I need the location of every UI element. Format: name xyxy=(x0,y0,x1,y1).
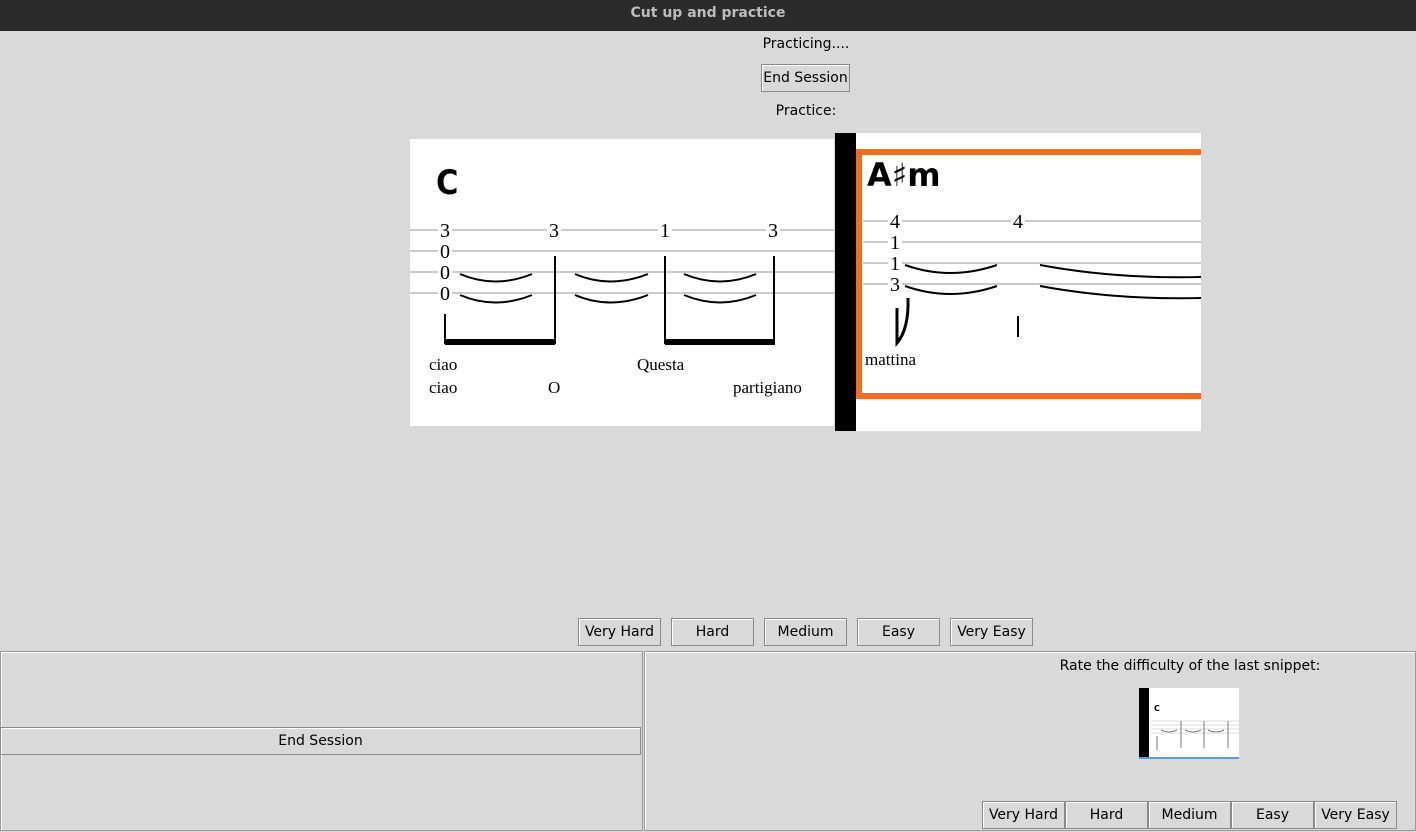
lyric: ciao xyxy=(429,355,457,374)
tab-text: 1 xyxy=(890,232,900,254)
tab-text: 3 xyxy=(440,220,450,242)
tab-text: 1 xyxy=(890,253,900,275)
tab-text: 3 xyxy=(890,274,900,296)
end-session-button[interactable]: End Session xyxy=(761,64,850,92)
lyric: partigiano xyxy=(733,378,802,397)
lyric: O xyxy=(548,378,560,397)
tab-text: 3 xyxy=(768,220,778,242)
rate-easy-button[interactable]: Easy xyxy=(857,618,940,646)
lyric: mattina xyxy=(865,350,916,369)
tab-text: 1 xyxy=(660,220,670,242)
bottom-rate-medium-button[interactable]: Medium xyxy=(1148,801,1231,829)
rate-very-hard-button[interactable]: Very Hard xyxy=(578,618,661,646)
rate-very-easy-button[interactable]: Very Easy xyxy=(950,618,1033,646)
last-snippet-thumbnail: C xyxy=(1139,688,1239,759)
bottom-rate-very-hard-button[interactable]: Very Hard xyxy=(982,801,1065,829)
tab-text: C xyxy=(1154,704,1160,713)
bottom-rate-easy-button[interactable]: Easy xyxy=(1231,801,1314,829)
tab-text: 3 xyxy=(549,220,559,242)
bottom-rate-very-easy-button[interactable]: Very Easy xyxy=(1314,801,1397,829)
chord-name: A♯m xyxy=(867,156,941,194)
tab-text: 0 xyxy=(440,283,450,305)
rate-hard-button[interactable]: Hard xyxy=(671,618,754,646)
tab-text: 0 xyxy=(440,241,450,263)
lyric: Questa xyxy=(637,355,685,374)
tab-text: 4 xyxy=(890,211,900,233)
chord-name: C xyxy=(436,163,458,203)
tab-text: 4 xyxy=(1013,211,1023,233)
end-session-button-bottom[interactable]: End Session xyxy=(0,727,641,755)
status-label: Practicing.... xyxy=(762,36,850,52)
tab-text: 0 xyxy=(440,262,450,284)
rate-label: Rate the difficulty of the last snippet: xyxy=(1059,658,1321,674)
snippet-image-next: A♯m 4 1 1 3 4 mattina xyxy=(835,133,1201,431)
window-title-bar: Cut up and practice xyxy=(0,0,1416,31)
rate-medium-button[interactable]: Medium xyxy=(764,618,847,646)
window-title: Cut up and practice xyxy=(630,5,786,21)
practice-label: Practice: xyxy=(775,103,837,119)
snippet-image-current: C 3 0 0 0 3 1 3 ciao ciao O Questa parti… xyxy=(410,139,834,426)
bottom-rate-hard-button[interactable]: Hard xyxy=(1065,801,1148,829)
lyric: ciao xyxy=(429,378,457,397)
